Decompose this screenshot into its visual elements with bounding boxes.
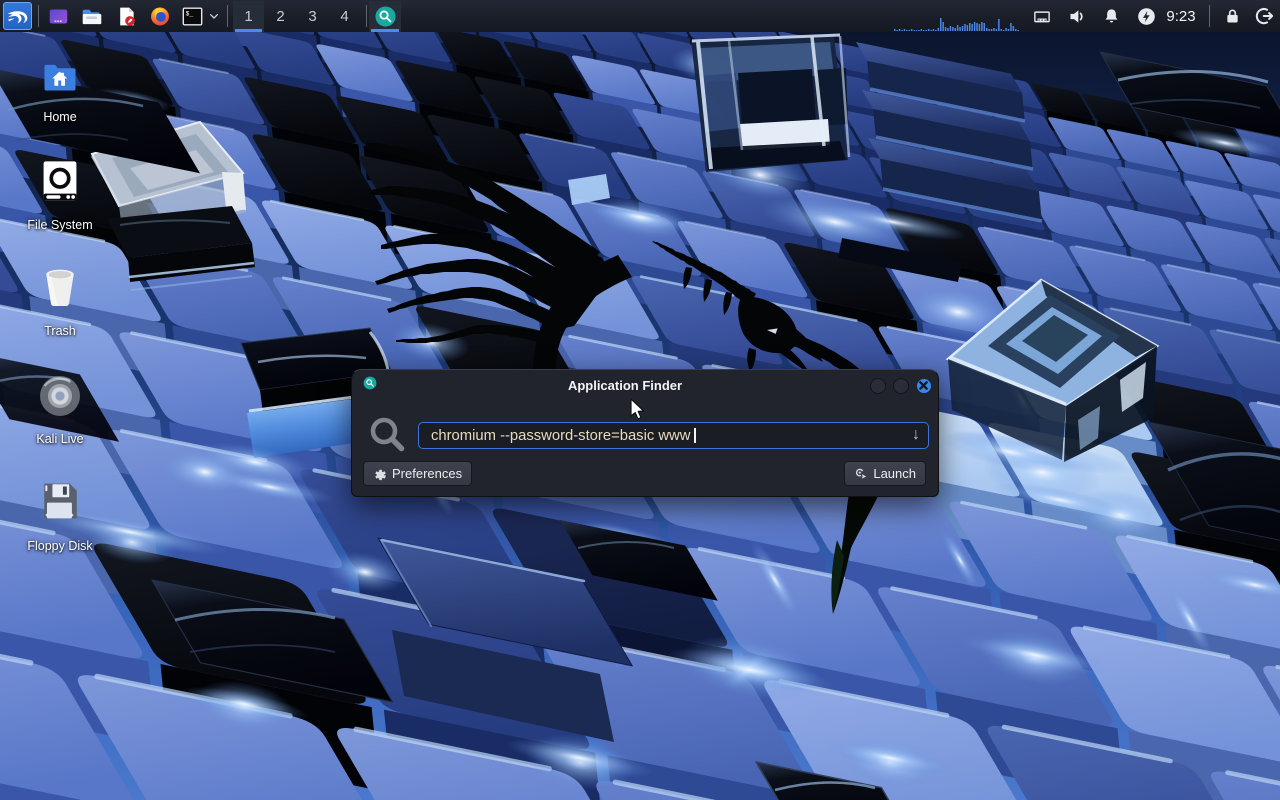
- svg-text:$_: $_: [185, 10, 193, 17]
